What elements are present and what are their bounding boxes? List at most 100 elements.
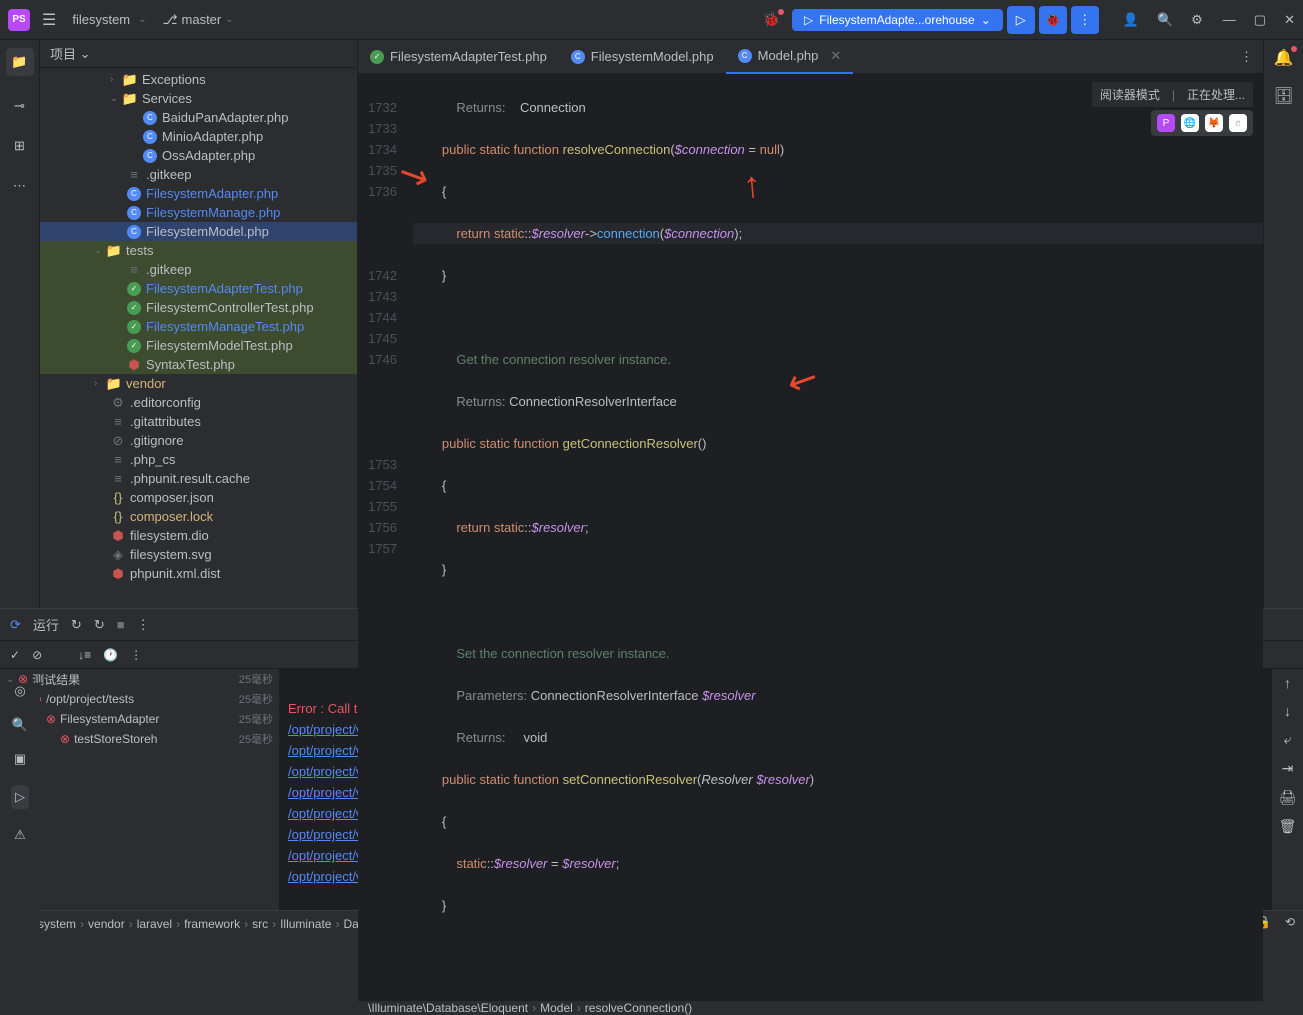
minimize-button[interactable]: — [1223, 12, 1236, 28]
tree-file[interactable]: ≡.gitattributes [40, 412, 357, 431]
maximize-button[interactable]: ▢ [1254, 12, 1266, 28]
tree-file[interactable]: CFilesystemAdapter.php [40, 184, 357, 203]
more-tool-icon[interactable]: ⋯ [10, 176, 30, 196]
clear-icon[interactable]: 🗑 [1279, 818, 1297, 835]
tree-file[interactable]: ⬢SyntaxTest.php [40, 355, 357, 374]
run-icon: ▷ [804, 13, 813, 27]
tree-file[interactable]: ≡.php_cs [40, 450, 357, 469]
left-rail-bottom: ◎ 🔍 ▣ ▷ ⚠ [0, 683, 40, 953]
branch-icon: ⎇ [163, 12, 178, 28]
problems-icon[interactable]: ⚠ [14, 827, 26, 843]
history-icon[interactable]: 🕐 [103, 648, 118, 662]
editor-tab[interactable]: ✓FilesystemAdapterTest.php [358, 40, 559, 74]
chevron-down-icon[interactable]: ⌄ [138, 14, 146, 25]
tree-folder[interactable]: ⌄📁tests [40, 241, 357, 260]
tree-file[interactable]: ≡.gitkeep [40, 165, 357, 184]
tree-file[interactable]: ⊘.gitignore [40, 431, 357, 450]
tree-file[interactable]: ≡.phpunit.result.cache [40, 469, 357, 488]
tree-file[interactable]: CFilesystemManage.php [40, 203, 357, 222]
toggle-auto-icon[interactable]: ↻ [94, 617, 105, 633]
tree-file[interactable]: {}composer.json [40, 488, 357, 507]
rerun-icon[interactable]: ⟳ [10, 617, 21, 633]
test-results-tree[interactable]: ⌄⊗测试结果25毫秒 ⌄⊗/opt/project/tests25毫秒 ⌄⊗Fi… [0, 669, 280, 910]
more-icon[interactable]: ⋮ [130, 648, 142, 662]
services-icon[interactable]: ◎ [14, 683, 25, 699]
scroll-end-icon[interactable]: ⇥ [1282, 760, 1294, 777]
tree-folder[interactable]: ⌄📁Services [40, 89, 357, 108]
tree-file[interactable]: ✓FilesystemManageTest.php [40, 317, 357, 336]
find-icon[interactable]: 🔍 [12, 717, 28, 733]
editor-area: ✓FilesystemAdapterTest.php CFilesystemMo… [358, 40, 1263, 608]
settings-icon[interactable]: ⚙ [1191, 12, 1203, 28]
firefox-icon[interactable]: 🦊 [1205, 114, 1223, 132]
tree-file[interactable]: ✓FilesystemControllerTest.php [40, 298, 357, 317]
test-method[interactable]: ⊗testStoreStoreh25毫秒 [0, 729, 279, 749]
reader-mode-banner: 阅读器模式 | 正在处理... [1092, 82, 1253, 107]
tree-file[interactable]: ⬢filesystem.dio [40, 526, 357, 545]
editor-breadcrumb[interactable]: \Illuminate\Database\Eloquent›Model›reso… [358, 1000, 1263, 1015]
tree-file[interactable]: CBaiduPanAdapter.php [40, 108, 357, 127]
sync-icon[interactable]: ⟲ [1285, 915, 1295, 932]
tabs-more-icon[interactable]: ⋮ [1230, 49, 1263, 65]
run-tool-icon[interactable]: ▷ [11, 785, 29, 809]
chevron-down-icon: ⌄ [981, 13, 991, 27]
tree-file[interactable]: ✓FilesystemModelTest.php [40, 336, 357, 355]
up-icon[interactable]: ↑ [1284, 675, 1291, 691]
tree-folder[interactable]: ›📁vendor [40, 374, 357, 393]
tree-file[interactable]: ⚙.editorconfig [40, 393, 357, 412]
editor-tab[interactable]: CFilesystemModel.php [559, 40, 726, 74]
left-tool-rail: 📁 ⊸ ⊞ ⋯ [0, 40, 40, 608]
structure-tool-icon[interactable]: ⊞ [10, 136, 30, 156]
chrome-icon[interactable]: 🌐 [1181, 114, 1199, 132]
hamburger-icon[interactable]: ☰ [42, 10, 56, 30]
database-icon[interactable]: 🗄 [1273, 86, 1293, 106]
console-toolbar: ↑ ↓ ⤶ ⇥ 🖨 🗑 [1271, 669, 1303, 910]
tree-file[interactable]: ≡.gitkeep [40, 260, 357, 279]
test-suite[interactable]: ⌄⊗/opt/project/tests25毫秒 [0, 689, 279, 709]
commit-tool-icon[interactable]: ⊸ [10, 96, 30, 116]
down-icon[interactable]: ↓ [1284, 703, 1291, 719]
more-actions-button[interactable]: ⋮ [1071, 6, 1099, 34]
more-icon[interactable]: ⋮ [137, 617, 150, 633]
project-panel: 项目 ⌄ ›📁Exceptions ⌄📁Services CBaiduPanAd… [40, 40, 358, 608]
search-icon[interactable]: 🔍 [1157, 12, 1173, 28]
right-tool-rail: 🔔 🗄 [1263, 40, 1303, 608]
editor-tab[interactable]: CModel.php✕ [726, 40, 854, 74]
soft-wrap-icon[interactable]: ⤶ [1284, 731, 1292, 748]
account-icon[interactable]: 👤 [1123, 12, 1139, 28]
debug-button[interactable]: 🐞 [1039, 6, 1067, 34]
tree-file[interactable]: ✓FilesystemAdapterTest.php [40, 279, 357, 298]
close-tab-icon[interactable]: ✕ [830, 48, 841, 64]
app-icon: PS [8, 9, 30, 31]
stop-icon[interactable]: ■ [117, 617, 125, 632]
notifications-icon[interactable]: 🔔 [1274, 48, 1294, 68]
debug-icon[interactable]: 🐞 [763, 11, 780, 28]
tree-file[interactable]: CFilesystemModel.php [40, 222, 357, 241]
check-icon[interactable]: ✓ [10, 648, 20, 662]
run-configuration[interactable]: ▷FilesystemAdapte...orehouse⌄ [792, 9, 1003, 31]
project-panel-header[interactable]: 项目 ⌄ [40, 40, 357, 68]
code-editor[interactable]: 17321733173417351736 1742174317441745174… [358, 74, 1263, 1000]
test-class[interactable]: ⌄⊗FilesystemAdapter25毫秒 [0, 709, 279, 729]
close-button[interactable]: ✕ [1284, 12, 1295, 28]
vcs-branch[interactable]: ⎇master⌄ [163, 12, 250, 28]
project-tool-icon[interactable]: 📁 [6, 48, 34, 76]
tree-file[interactable]: CMinioAdapter.php [40, 127, 357, 146]
tree-file[interactable]: {}composer.lock [40, 507, 357, 526]
project-tree[interactable]: ›📁Exceptions ⌄📁Services CBaiduPanAdapter… [40, 68, 357, 608]
code-content[interactable]: Returns: Connection public static functi… [413, 74, 1263, 1000]
edge-icon[interactable]: e [1229, 114, 1247, 132]
disable-icon[interactable]: ⊘ [32, 648, 42, 662]
sort-icon[interactable]: ↓≡ [78, 648, 91, 662]
test-root[interactable]: ⌄⊗测试结果25毫秒 [0, 669, 279, 689]
tree-file[interactable]: ◈filesystem.svg [40, 545, 357, 564]
terminal-icon[interactable]: ▣ [14, 751, 26, 767]
project-name[interactable]: filesystem [72, 12, 130, 27]
phpstorm-icon[interactable]: P [1157, 114, 1175, 132]
print-icon[interactable]: 🖨 [1279, 789, 1297, 806]
tree-file[interactable]: ⬢phpunit.xml.dist [40, 564, 357, 583]
rerun-failed-icon[interactable]: ↻ [71, 617, 82, 633]
tree-folder[interactable]: ›📁Exceptions [40, 70, 357, 89]
run-button[interactable]: ▷ [1007, 6, 1035, 34]
tree-file[interactable]: COssAdapter.php [40, 146, 357, 165]
